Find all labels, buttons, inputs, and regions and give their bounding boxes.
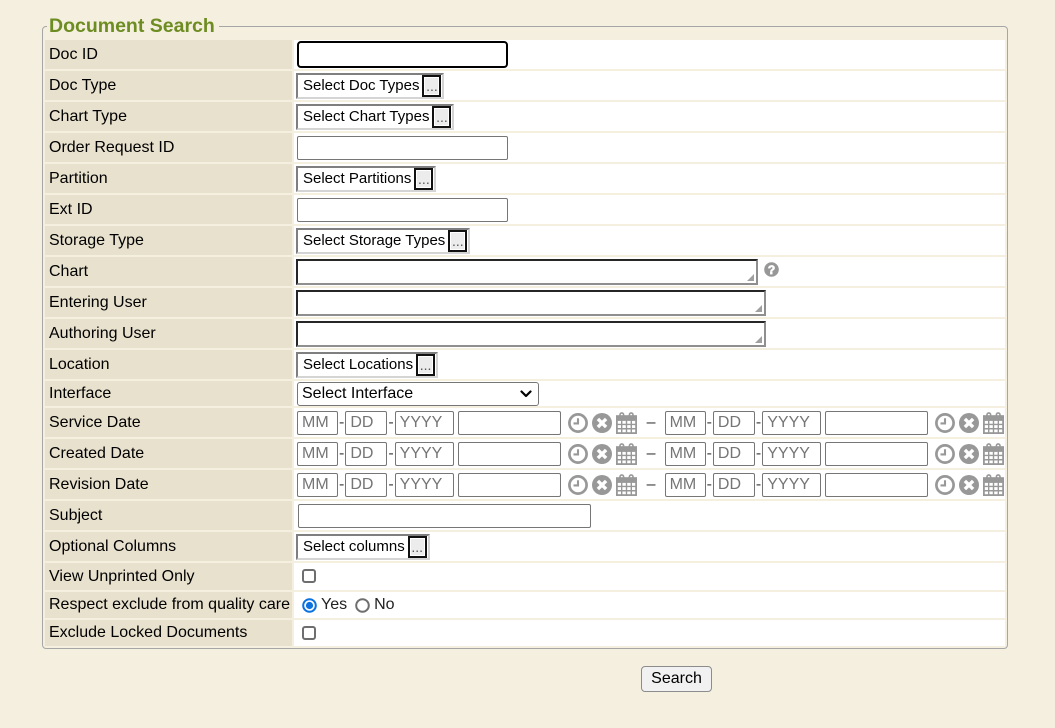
svg-text:?: ? [768, 262, 775, 276]
